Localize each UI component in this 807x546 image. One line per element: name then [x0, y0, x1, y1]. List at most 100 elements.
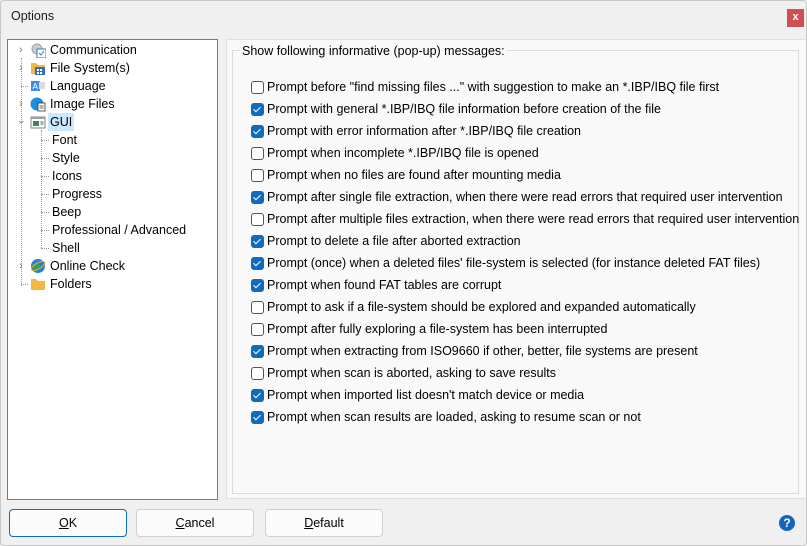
- option-label: Prompt when extracting from ISO9660 if o…: [267, 344, 698, 358]
- checkbox-checked[interactable]: [251, 389, 264, 402]
- option-label: Prompt after fully exploring a file-syst…: [267, 322, 608, 336]
- checkbox-unchecked[interactable]: [251, 147, 264, 160]
- checkbox-checked[interactable]: [251, 257, 264, 270]
- option-label: Prompt (once) when a deleted files' file…: [267, 256, 761, 270]
- checkbox-checked[interactable]: [251, 345, 264, 358]
- default-label: efault: [313, 516, 344, 530]
- checkbox-unchecked[interactable]: [251, 323, 264, 336]
- tree-connector: [21, 284, 28, 285]
- tree-item-gui[interactable]: GUI: [30, 113, 75, 131]
- settings-panel: Show following informative (pop-up) mess…: [226, 39, 806, 499]
- tree-connector: [41, 248, 49, 249]
- option-label: Prompt when scan results are loaded, ask…: [267, 410, 641, 424]
- gear-checklist-icon: [31, 43, 46, 58]
- image-file-icon: [30, 97, 46, 112]
- dialog-title: Options: [11, 9, 55, 23]
- option-label: Prompt after single file extraction, whe…: [267, 190, 783, 204]
- window-icon: [30, 116, 46, 129]
- default-button[interactable]: Default: [265, 509, 383, 537]
- option-label: Prompt with error information after *.IB…: [267, 124, 582, 138]
- ok-mnemonic: O: [58, 516, 69, 530]
- group-title: Show following informative (pop-up) mess…: [240, 44, 507, 58]
- tree-label: Progress: [52, 187, 103, 201]
- tree-item-icons[interactable]: Icons: [50, 167, 84, 185]
- tree-label: Language: [50, 79, 106, 93]
- expand-chevron-icon[interactable]: ›: [16, 41, 26, 59]
- options-tree[interactable]: › Communication › File System(s) A Langu…: [7, 39, 218, 500]
- tree-label: Icons: [52, 169, 82, 183]
- tree-label: Shell: [52, 241, 80, 255]
- tree-connector: [41, 158, 49, 159]
- checkbox-unchecked[interactable]: [251, 213, 264, 226]
- help-icon[interactable]: ?: [779, 515, 795, 531]
- tree-label: Communication: [50, 43, 137, 57]
- checkbox-checked[interactable]: [251, 103, 264, 116]
- tree-item-shell[interactable]: Shell: [50, 239, 82, 257]
- checkbox-unchecked[interactable]: [251, 169, 264, 182]
- cancel-label: ancel: [184, 516, 215, 530]
- checkbox-checked[interactable]: [251, 235, 264, 248]
- cancel-mnemonic: C: [175, 516, 185, 530]
- messages-group: Show following informative (pop-up) mess…: [232, 44, 800, 494]
- tree-item-folders[interactable]: Folders: [30, 275, 94, 293]
- option-label: Prompt with general *.IBP/IBQ file infor…: [267, 102, 661, 116]
- tree-label: Image Files: [50, 97, 115, 111]
- checkbox-unchecked[interactable]: [251, 367, 264, 380]
- option-label: Prompt to delete a file after aborted ex…: [267, 234, 521, 248]
- tree-label: Folders: [50, 277, 92, 291]
- tree-item-professional-advanced[interactable]: Professional / Advanced: [50, 221, 188, 239]
- folder-icon: [31, 279, 45, 290]
- tree-item-online-check[interactable]: Online Check: [30, 257, 127, 275]
- folder-grid-icon: [31, 63, 45, 75]
- tree-item-beep[interactable]: Beep: [50, 203, 83, 221]
- options-dialog: Options x › Communication › File System(…: [0, 0, 807, 546]
- expand-chevron-icon[interactable]: ›: [16, 95, 26, 113]
- tree-connector: [41, 230, 49, 231]
- tree-label: Beep: [52, 205, 82, 219]
- option-label: Prompt before "find missing files ..." w…: [267, 80, 720, 94]
- tree-connector: [21, 58, 22, 286]
- cancel-button[interactable]: Cancel: [136, 509, 254, 537]
- tree-label: Online Check: [50, 259, 126, 273]
- tree-item-progress[interactable]: Progress: [50, 185, 104, 203]
- close-button[interactable]: x: [787, 9, 804, 27]
- tree-connector: [41, 212, 49, 213]
- option-label: Prompt when imported list doesn't match …: [267, 388, 585, 402]
- option-label: Prompt to ask if a file-system should be…: [267, 300, 696, 314]
- tree-label: Professional / Advanced: [52, 223, 187, 237]
- ok-button[interactable]: OK: [9, 509, 127, 537]
- tree-label: GUI: [48, 113, 75, 131]
- checkbox-unchecked[interactable]: [251, 81, 264, 94]
- checkbox-checked[interactable]: [251, 279, 264, 292]
- option-label: Prompt when found FAT tables are corrupt: [267, 278, 502, 292]
- language-icon: A: [31, 81, 45, 91]
- collapse-chevron-icon[interactable]: ›: [12, 117, 30, 127]
- checkbox-checked[interactable]: [251, 125, 264, 138]
- tree-label: Font: [52, 133, 78, 147]
- tree-label: Style: [52, 151, 80, 165]
- default-mnemonic: D: [304, 516, 314, 530]
- option-label: Prompt when scan is aborted, asking to s…: [267, 366, 557, 380]
- option-label: Prompt after multiple files extraction, …: [267, 212, 800, 226]
- expand-chevron-icon[interactable]: ›: [16, 59, 26, 77]
- tree-item-style[interactable]: Style: [50, 149, 82, 167]
- option-label: Prompt when incomplete *.IBP/IBQ file is…: [267, 146, 539, 160]
- option-label: Prompt when no files are found after mou…: [267, 168, 561, 182]
- tree-item-file-systems[interactable]: File System(s): [30, 59, 132, 77]
- tree-item-communication[interactable]: Communication: [30, 41, 139, 59]
- checkbox-checked[interactable]: [251, 411, 264, 424]
- svg-text:A: A: [33, 82, 39, 91]
- checkbox-unchecked[interactable]: [251, 301, 264, 314]
- globe-icon: [30, 259, 46, 273]
- tree-connector: [41, 140, 49, 141]
- tree-connector: [41, 194, 49, 195]
- ok-label: K: [68, 516, 78, 530]
- tree-item-font[interactable]: Font: [50, 131, 79, 149]
- tree-label: File System(s): [50, 61, 130, 75]
- tree-item-language[interactable]: A Language: [30, 77, 108, 95]
- checkbox-checked[interactable]: [251, 191, 264, 204]
- tree-item-image-files[interactable]: Image Files: [30, 95, 117, 113]
- expand-chevron-icon[interactable]: ›: [16, 257, 26, 275]
- tree-connector: [41, 176, 49, 177]
- tree-connector: [21, 86, 28, 87]
